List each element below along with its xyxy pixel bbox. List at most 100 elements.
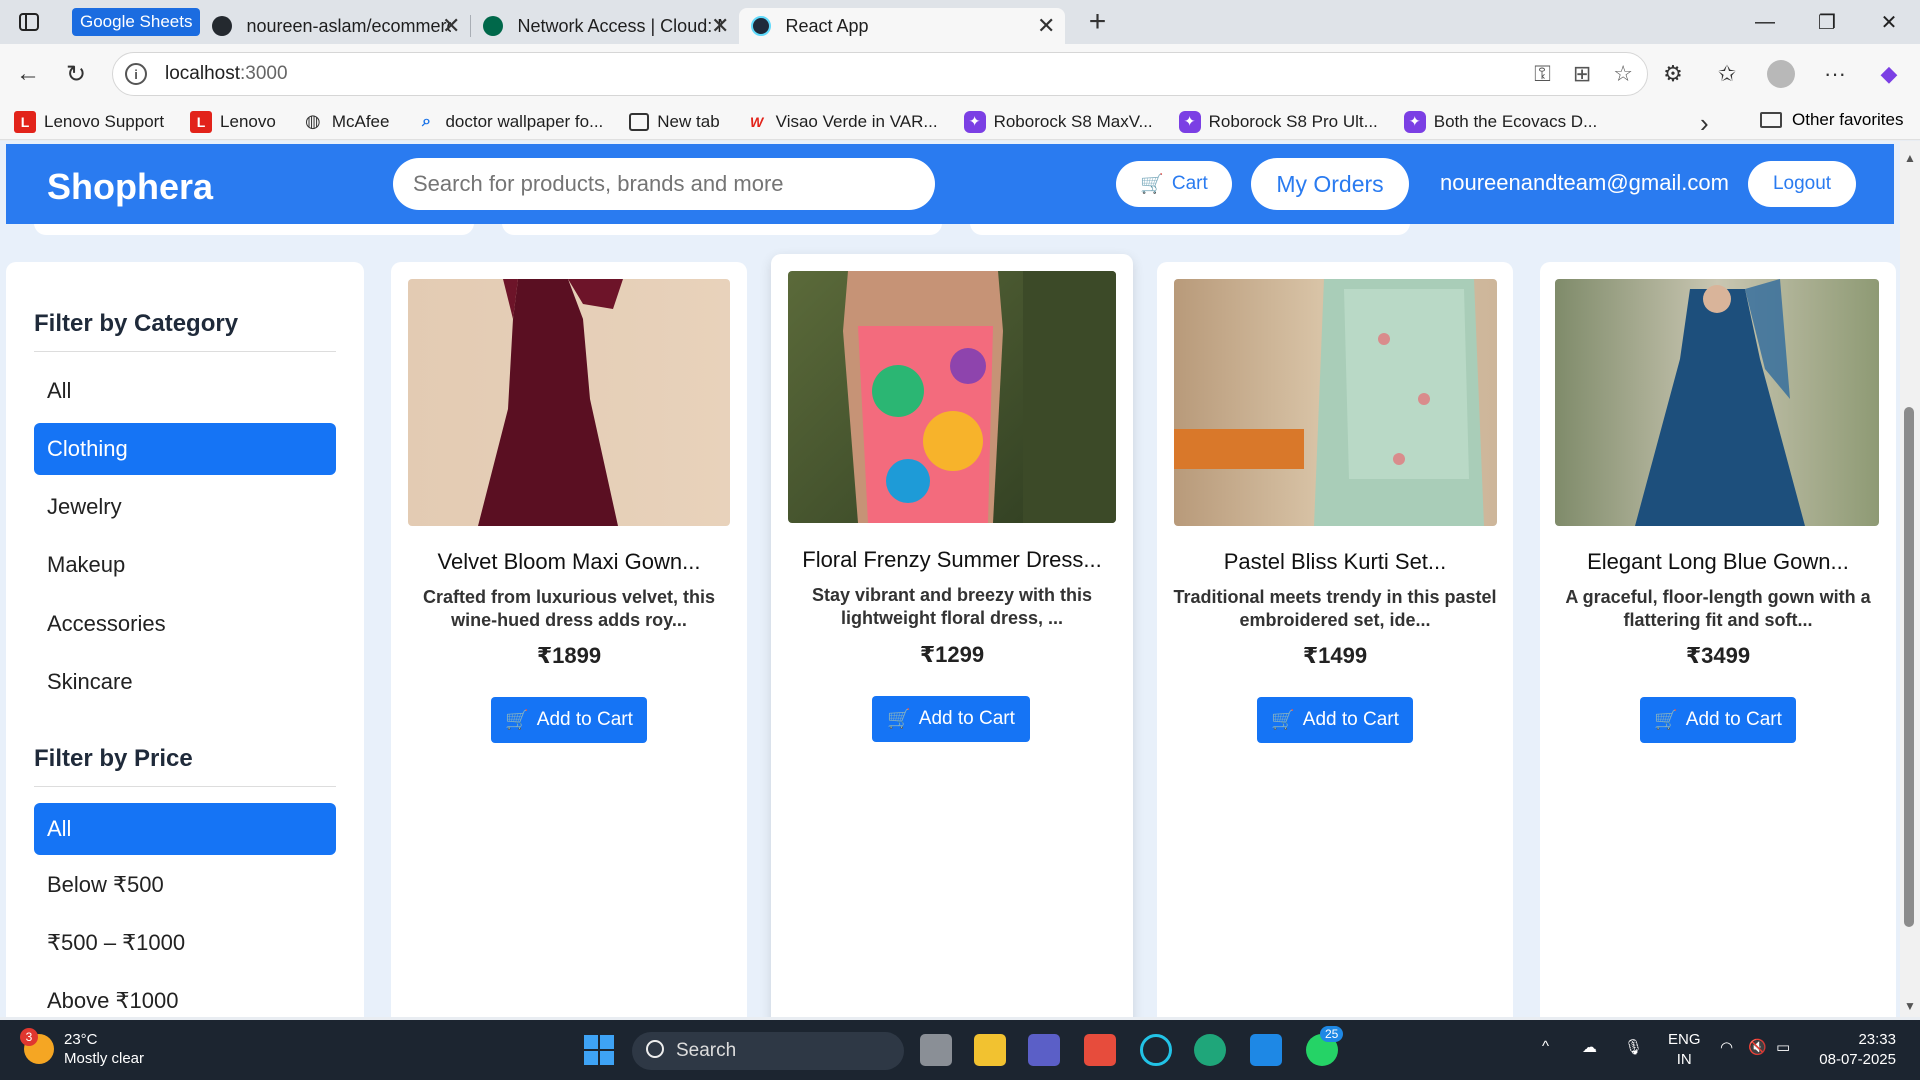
bookmark-ecovacs[interactable]: ✦ Both the Ecovacs D...: [1403, 110, 1597, 133]
price-option-500-1000[interactable]: ₹500 – ₹1000: [34, 917, 336, 969]
taskbar-search[interactable]: Search: [632, 1032, 904, 1070]
price-option-above-1000[interactable]: Above ₹1000: [34, 975, 336, 1017]
sidebar-toggle-icon[interactable]: [0, 0, 58, 44]
category-option-skincare[interactable]: Skincare: [34, 656, 336, 708]
add-to-cart-button[interactable]: 🛒 Add to Cart: [872, 696, 1030, 742]
window-controls: — ❐ ✕: [1734, 0, 1920, 44]
language-indicator[interactable]: ENG IN: [1668, 1030, 1701, 1070]
tab-group-chip[interactable]: Google Sheets: [72, 8, 201, 36]
logout-button[interactable]: Logout: [1748, 161, 1856, 207]
add-to-cart-button[interactable]: 🛒 Add to Cart: [491, 697, 647, 743]
product-name[interactable]: Floral Frenzy Summer Dress...: [771, 547, 1133, 573]
page-viewport: Shophera 🛒Cart My Orders noureenandteam@…: [0, 141, 1900, 1017]
speaker-muted-icon[interactable]: 🔇: [1748, 1038, 1767, 1056]
restore-icon[interactable]: ❐: [1796, 0, 1858, 44]
scroll-up-arrow-icon[interactable]: ▲: [1904, 151, 1916, 165]
copilot-icon: ✦: [1178, 110, 1201, 133]
my-orders-button[interactable]: My Orders: [1251, 158, 1409, 210]
page-scrollbar[interactable]: ▲ ▼: [1900, 141, 1920, 1017]
favorite-star-icon[interactable]: ☆: [1613, 61, 1633, 87]
add-to-cart-button[interactable]: 🛒 Add to Cart: [1257, 697, 1413, 743]
app-install-icon[interactable]: ⊞: [1573, 61, 1591, 87]
product-price: ₹1499: [1302, 643, 1368, 668]
product-image[interactable]: [408, 279, 730, 526]
category-option-jewelry[interactable]: Jewelry: [34, 481, 336, 533]
new-tab-button[interactable]: +: [1075, 0, 1119, 44]
other-favorites[interactable]: Other favorites: [1760, 110, 1904, 130]
file-explorer-icon[interactable]: [974, 1034, 1006, 1066]
bookmark-lenovo[interactable]: L Lenovo: [190, 110, 276, 133]
category-option-makeup[interactable]: Makeup: [34, 539, 336, 591]
product-card: Velvet Bloom Maxi Gown... Crafted from l…: [391, 262, 747, 1017]
edge-browser-icon[interactable]: [1194, 1034, 1226, 1066]
price-option-below-500[interactable]: Below ₹500: [34, 859, 336, 911]
chevron-up-icon[interactable]: ^: [1542, 1038, 1549, 1055]
close-icon[interactable]: ✕: [442, 13, 460, 39]
divider: [34, 786, 336, 787]
bookmark-visao-verde[interactable]: W Visao Verde in VAR...: [746, 111, 938, 133]
vscode-icon[interactable]: [1250, 1034, 1282, 1066]
product-name[interactable]: Elegant Long Blue Gown...: [1540, 549, 1896, 575]
bookmark-mcafee[interactable]: ◍ McAfee: [302, 111, 390, 133]
more-menu-icon[interactable]: ···: [1814, 50, 1856, 98]
wifi-icon[interactable]: ◠: [1720, 1038, 1733, 1056]
store-icon[interactable]: [1084, 1034, 1116, 1066]
tab-github[interactable]: noureen-aslam/ecommerce-prod ✕: [200, 8, 470, 44]
cart-icon: 🛒: [1654, 710, 1678, 731]
product-search-input[interactable]: [393, 158, 935, 210]
product-name[interactable]: Pastel Bliss Kurti Set...: [1157, 549, 1513, 575]
weather-widget[interactable]: 3 23°C Mostly clear: [20, 1028, 144, 1068]
close-icon[interactable]: ✕: [1037, 13, 1055, 39]
bookmark-lenovo-support[interactable]: L Lenovo Support: [14, 110, 164, 133]
cortana-icon[interactable]: [1140, 1034, 1172, 1066]
chevron-right-icon[interactable]: ›: [1700, 108, 1709, 139]
system-clock[interactable]: 23:33 08-07-2025: [1818, 1030, 1896, 1070]
bookmark-roborock-pro[interactable]: ✦ Roborock S8 Pro Ult...: [1178, 110, 1378, 133]
key-icon[interactable]: ⚿: [1534, 61, 1551, 87]
filter-sidebar: Filter by Category All Clothing Jewelry …: [6, 262, 364, 1017]
close-icon[interactable]: ✕: [711, 13, 729, 39]
teams-icon[interactable]: [1028, 1034, 1060, 1066]
tab-react-app[interactable]: React App ✕: [739, 8, 1066, 44]
category-option-clothing[interactable]: Clothing: [34, 423, 336, 475]
copilot-icon[interactable]: ◆: [1868, 50, 1910, 98]
bookmark-doctor-wallpaper[interactable]: ⌕ doctor wallpaper fo...: [415, 111, 603, 133]
tab-mongodb[interactable]: Network Access | Cloud: MongoD ✕: [471, 8, 739, 44]
onedrive-icon[interactable]: ☁: [1582, 1038, 1597, 1056]
battery-icon[interactable]: ▭: [1776, 1038, 1790, 1056]
back-arrow-icon[interactable]: ←: [4, 50, 52, 98]
windows-start-icon[interactable]: [584, 1035, 614, 1065]
microphone-icon[interactable]: 🎙: [1624, 1038, 1643, 1056]
product-image[interactable]: [788, 271, 1116, 523]
bookmark-new-tab[interactable]: New tab: [629, 112, 720, 132]
minimize-icon[interactable]: —: [1734, 0, 1796, 44]
browser-toolbar: ← ↻ i localhost:3000 ⚿ ⊞ ☆ ⚙ ✩ ··· ◆: [0, 44, 1920, 104]
product-image[interactable]: [1174, 279, 1497, 526]
product-image[interactable]: [1555, 279, 1879, 526]
price-option-all[interactable]: All: [34, 803, 336, 855]
product-card: Floral Frenzy Summer Dress... Stay vibra…: [771, 254, 1133, 1017]
favorites-icon[interactable]: ✩: [1706, 50, 1748, 98]
weather-icon: 3: [20, 1028, 54, 1064]
address-bar[interactable]: i localhost:3000 ⚿ ⊞ ☆: [112, 52, 1648, 96]
category-option-all[interactable]: All: [34, 365, 336, 417]
scroll-down-arrow-icon[interactable]: ▼: [1904, 999, 1916, 1013]
reload-icon[interactable]: ↻: [52, 50, 100, 98]
profile-avatar-icon[interactable]: [1760, 50, 1802, 98]
task-view-icon[interactable]: [920, 1034, 952, 1066]
scrollbar-thumb[interactable]: [1904, 407, 1914, 927]
site-info-icon[interactable]: i: [125, 63, 147, 85]
bookmark-roborock-maxv[interactable]: ✦ Roborock S8 MaxV...: [963, 110, 1153, 133]
category-option-accessories[interactable]: Accessories: [34, 598, 336, 650]
weather-badge: 3: [20, 1028, 38, 1046]
app-navbar: Shophera 🛒Cart My Orders noureenandteam@…: [6, 144, 1894, 224]
brand-logo[interactable]: Shophera: [47, 166, 213, 208]
close-window-icon[interactable]: ✕: [1858, 0, 1920, 44]
github-icon: [212, 16, 233, 36]
bookmarks-bar: L Lenovo Support L Lenovo ◍ McAfee ⌕ doctor …: [0, 104, 1920, 140]
extensions-icon[interactable]: ⚙: [1652, 50, 1694, 98]
product-name[interactable]: Velvet Bloom Maxi Gown...: [391, 549, 747, 575]
cart-icon: 🛒: [1140, 174, 1164, 195]
cart-button[interactable]: 🛒 Cart: [1116, 161, 1232, 207]
add-to-cart-button[interactable]: 🛒 Add to Cart: [1640, 697, 1796, 743]
